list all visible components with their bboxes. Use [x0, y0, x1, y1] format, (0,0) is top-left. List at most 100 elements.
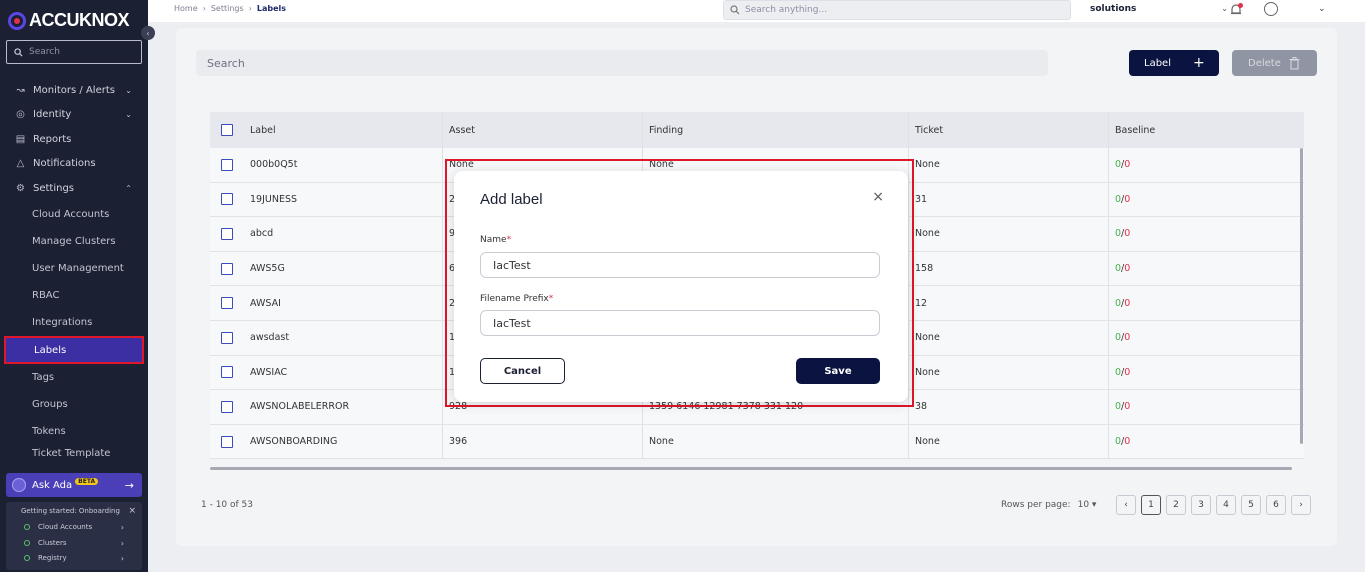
breadcrumb-settings[interactable]: Settings: [211, 4, 244, 13]
onboarding-title: Getting started: Onboarding: [21, 507, 120, 515]
sidebar: ACCUKNOX ‹ Search ↝ Monitors / Alerts ⌄ …: [0, 0, 155, 572]
bell-icon: △: [16, 158, 25, 170]
page-button-3[interactable]: 3: [1191, 495, 1211, 515]
column-header-finding[interactable]: Finding: [643, 112, 909, 148]
row-checkbox[interactable]: [221, 366, 233, 379]
close-dialog-button[interactable]: ×: [872, 189, 884, 205]
baseline-fail-count: 0: [1124, 159, 1131, 171]
page-button-2[interactable]: 2: [1166, 495, 1186, 515]
next-page-button[interactable]: ›: [1291, 495, 1311, 515]
select-all-checkbox[interactable]: [221, 124, 233, 136]
sidebar-item-monitors-alerts[interactable]: ↝ Monitors / Alerts ⌄: [0, 78, 148, 103]
sidebar-item-label: Notifications: [33, 158, 96, 170]
onboarding-step-label: Cloud Accounts: [38, 523, 93, 531]
sidebar-item-notifications[interactable]: △ Notifications: [0, 152, 148, 177]
chevron-down-icon[interactable]: ⌄: [1318, 4, 1326, 14]
caret-down-icon: ▾: [1091, 500, 1097, 510]
chart-line-icon: ↝: [16, 84, 25, 96]
cell-finding: None: [643, 424, 909, 459]
sidebar-item-rbac[interactable]: RBAC: [0, 282, 148, 309]
sidebar-item-manage-clusters[interactable]: Manage Clusters: [0, 228, 148, 255]
table-row[interactable]: AWSONBOARDING 396 None None 0/0: [210, 424, 1304, 460]
row-checkbox-cell: [210, 390, 244, 424]
sidebar-search-input[interactable]: Search: [6, 40, 142, 64]
add-label-button[interactable]: Label +: [1129, 50, 1219, 76]
column-header-label[interactable]: Label: [244, 112, 443, 148]
cell-label: 19JUNESS: [244, 182, 443, 217]
delete-button[interactable]: Delete: [1232, 50, 1317, 76]
row-checkbox[interactable]: [221, 227, 233, 240]
row-checkbox-cell: [210, 148, 244, 182]
sidebar-item-integrations[interactable]: Integrations: [0, 309, 148, 336]
row-checkbox[interactable]: [221, 193, 233, 206]
sidebar-nav: ↝ Monitors / Alerts ⌄ ◎ Identity ⌄ ▤ Rep…: [0, 78, 148, 459]
chevron-right-icon: ›: [120, 553, 124, 563]
pagination: ‹ 1 2 3 4 5 6 ›: [1116, 495, 1311, 515]
row-checkbox[interactable]: [221, 262, 233, 275]
sidebar-item-label: Tokens: [32, 426, 66, 438]
user-avatar-icon[interactable]: [1264, 2, 1278, 16]
sidebar-item-label: RBAC: [32, 290, 60, 302]
table-vertical-scrollbar[interactable]: [1300, 148, 1303, 444]
baseline-fail-count: 0: [1124, 366, 1131, 378]
sidebar-item-user-management[interactable]: User Management: [0, 255, 148, 282]
logo[interactable]: ACCUKNOX: [8, 10, 130, 31]
sidebar-item-identity[interactable]: ◎ Identity ⌄: [0, 103, 148, 128]
collapse-sidebar-button[interactable]: ‹: [141, 26, 155, 40]
close-icon[interactable]: ×: [128, 506, 136, 516]
gear-icon: ⚙: [16, 182, 25, 194]
global-search-input[interactable]: Search anything...: [723, 0, 1071, 20]
onboarding-step-cloud-accounts[interactable]: Cloud Accounts ›: [24, 523, 124, 532]
sidebar-item-label: Settings: [33, 182, 75, 194]
ask-ada-button[interactable]: Ask Ada BETA →: [6, 473, 142, 497]
cancel-button[interactable]: Cancel: [480, 358, 565, 384]
labels-search-input[interactable]: Search: [196, 50, 1048, 76]
onboarding-panel: Getting started: Onboarding × Cloud Acco…: [6, 502, 142, 570]
row-checkbox[interactable]: [221, 331, 233, 344]
chevron-right-icon: ›: [248, 4, 252, 13]
cell-ticket: 31: [909, 182, 1109, 217]
rows-per-page-select[interactable]: 10 ▾: [1078, 500, 1097, 510]
sidebar-item-label: Identity: [33, 109, 72, 121]
sidebar-item-settings[interactable]: ⚙ Settings ⌃: [0, 176, 148, 201]
row-checkbox[interactable]: [221, 158, 233, 171]
rows-per-page-label: Rows per page:: [1001, 500, 1071, 510]
page-button-6[interactable]: 6: [1266, 495, 1286, 515]
sidebar-item-groups[interactable]: Groups: [0, 391, 148, 418]
sidebar-item-ticket-template[interactable]: Ticket Template: [0, 445, 148, 459]
column-header-ticket[interactable]: Ticket: [909, 112, 1109, 148]
pagination-count: 1 - 10 of 53: [201, 500, 253, 510]
rows-per-page-value: 10: [1077, 500, 1090, 510]
onboarding-step-clusters[interactable]: Clusters ›: [24, 539, 124, 548]
sidebar-item-tags[interactable]: Tags: [0, 364, 148, 391]
baseline-fail-count: 0: [1124, 401, 1131, 413]
onboarding-step-label: Clusters: [38, 539, 67, 547]
save-button[interactable]: Save: [796, 358, 880, 384]
notifications-button[interactable]: [1229, 3, 1243, 17]
sidebar-item-labels[interactable]: Labels: [4, 336, 144, 364]
row-checkbox[interactable]: [221, 435, 233, 448]
sidebar-item-reports[interactable]: ▤ Reports: [0, 127, 148, 152]
row-checkbox[interactable]: [221, 297, 233, 310]
table-horizontal-scrollbar[interactable]: [210, 467, 1292, 470]
breadcrumb: Home › Settings › Labels: [174, 4, 286, 13]
page-button-1[interactable]: 1: [1141, 495, 1161, 515]
sidebar-item-cloud-accounts[interactable]: Cloud Accounts: [0, 201, 148, 228]
column-header-asset[interactable]: Asset: [443, 112, 643, 148]
row-checkbox[interactable]: [221, 400, 233, 413]
cell-ticket: None: [909, 355, 1109, 390]
chevron-up-icon: ⌃: [125, 183, 132, 193]
column-header-baseline[interactable]: Baseline: [1109, 112, 1304, 148]
name-input[interactable]: IacTest: [480, 252, 880, 278]
cell-label: AWS5G: [244, 251, 443, 286]
tenant-selector[interactable]: solutions ⌄: [1090, 4, 1228, 14]
page-button-4[interactable]: 4: [1216, 495, 1236, 515]
onboarding-step-registry[interactable]: Registry ›: [24, 553, 124, 563]
sidebar-item-label: User Management: [32, 262, 124, 274]
sidebar-item-tokens[interactable]: Tokens: [0, 418, 148, 445]
breadcrumb-home[interactable]: Home: [174, 4, 198, 13]
page-button-5[interactable]: 5: [1241, 495, 1261, 515]
filename-prefix-input[interactable]: IacTest: [480, 310, 880, 336]
prev-page-button[interactable]: ‹: [1116, 495, 1136, 515]
fingerprint-icon: ◎: [16, 109, 25, 121]
